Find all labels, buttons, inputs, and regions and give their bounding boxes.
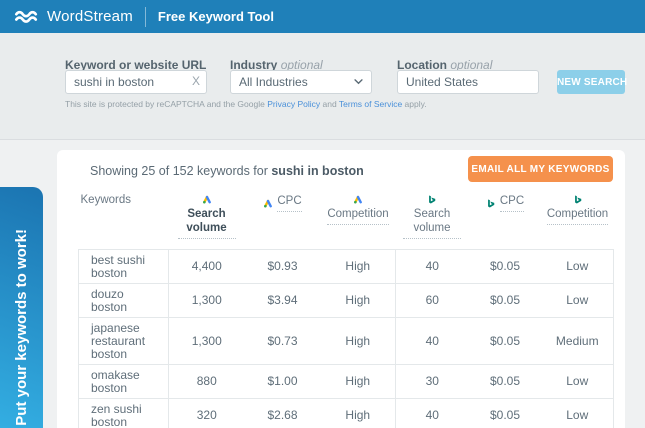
location-input[interactable] (397, 70, 539, 94)
google-competition-cell: High (345, 333, 371, 348)
keyword-cell: zen sushi boston (78, 398, 169, 428)
bing-volume-cell: 30 (395, 364, 469, 399)
table-row: best sushi boston 4,400 $0.93 High 40 $0… (78, 249, 614, 284)
bing-volume-cell: 40 (395, 249, 469, 284)
google-volume-cell: 4,400 (191, 259, 222, 273)
bing-volume-cell: 60 (395, 283, 469, 318)
bing-competition-cell: Low (541, 283, 614, 318)
bing-competition-cell: Medium (541, 317, 614, 365)
column-header-google-competition[interactable]: Competition (321, 190, 396, 250)
bing-icon (573, 194, 583, 204)
keywords-table: Keywords Search volume CPC Competition S… (78, 190, 614, 428)
google-cpc-cell: $2.68 (267, 408, 298, 422)
wordstream-logo[interactable]: WordStream (14, 8, 133, 25)
google-ads-icon (353, 194, 363, 204)
wordstream-wave-icon (14, 10, 40, 23)
google-ads-icon (263, 198, 273, 208)
bing-competition-cell: Low (541, 398, 614, 428)
google-volume-cell: 320 (196, 408, 217, 422)
search-query-text: sushi in boston (271, 164, 364, 178)
bing-competition-cell: Low (541, 249, 614, 284)
ribbon-text: Put your keywords to work! (13, 229, 30, 426)
table-row: zen sushi boston 320 $2.68 High 40 $0.05… (78, 398, 614, 428)
search-form: Keyword or website URL X Industry option… (0, 33, 645, 140)
table-row: japanese restaurant boston 1,300 $0.73 H… (78, 317, 614, 365)
industry-select[interactable]: All Industries (230, 70, 372, 94)
bing-cpc-cell: $0.05 (489, 293, 521, 307)
google-cpc-cell: $0.73 (267, 333, 298, 348)
google-competition-cell: High (345, 293, 371, 307)
column-header-google-search-volume[interactable]: Search volume (169, 190, 245, 250)
column-header-bing-cpc[interactable]: CPC (469, 190, 542, 250)
google-cpc-cell: $1.00 (267, 374, 298, 388)
google-cpc-cell: $3.94 (267, 293, 298, 307)
bing-cpc-cell: $0.05 (489, 408, 521, 422)
keywords-to-work-ribbon[interactable]: Put your keywords to work! (0, 187, 43, 428)
bing-competition-cell: Low (541, 364, 614, 399)
clear-input-icon[interactable]: X (192, 74, 200, 88)
keyword-input[interactable] (65, 70, 207, 94)
chevron-down-icon (354, 79, 363, 85)
column-header-keywords: Keywords (80, 194, 132, 206)
google-volume-cell: 1,300 (191, 293, 222, 307)
keyword-field-wrap: X (65, 70, 207, 94)
google-volume-cell: 880 (196, 374, 217, 388)
bing-cpc-cell: $0.05 (489, 333, 521, 348)
terms-of-service-link[interactable]: Terms of Service (339, 99, 402, 109)
google-competition-cell: High (345, 374, 371, 388)
new-search-button[interactable]: NEW SEARCH (557, 70, 627, 94)
industry-selected-value: All Industries (239, 75, 308, 89)
table-header-row: Keywords Search volume CPC Competition S… (79, 190, 614, 250)
bing-cpc-cell: $0.05 (489, 259, 521, 273)
brand-name: WordStream (47, 8, 133, 25)
table-row: omakase boston 880 $1.00 High 30 $0.05 L… (78, 364, 614, 399)
google-volume-cell: 1,300 (191, 333, 222, 348)
google-competition-cell: High (345, 259, 371, 273)
bing-icon (427, 194, 437, 204)
google-competition-cell: High (345, 408, 371, 422)
email-all-my-keywords-button[interactable]: EMAIL ALL MY KEYWORDS (468, 156, 613, 182)
results-header: Showing 25 of 152 keywords for sushi in … (57, 150, 625, 190)
column-header-bing-competition[interactable]: Competition (542, 190, 614, 250)
page-title: Free Keyword Tool (157, 9, 274, 24)
showing-results-text: Showing 25 of 152 keywords for sushi in … (90, 164, 364, 178)
keyword-cell: omakase boston (78, 364, 169, 399)
top-bar: WordStream Free Keyword Tool (0, 0, 645, 33)
keyword-cell: japanese restaurant boston (78, 317, 169, 365)
bing-volume-cell: 40 (395, 317, 469, 365)
column-header-bing-search-volume[interactable]: Search volume (396, 190, 469, 250)
keyword-cell: douzo boston (78, 283, 169, 318)
divider (144, 6, 146, 27)
table-row: douzo boston 1,300 $3.94 High 60 $0.05 L… (78, 283, 614, 318)
recaptcha-notice: This site is protected by reCAPTCHA and … (65, 99, 427, 109)
bing-icon (486, 198, 496, 208)
google-cpc-cell: $0.93 (267, 259, 298, 273)
google-ads-icon (202, 194, 212, 204)
column-header-google-cpc[interactable]: CPC (245, 190, 321, 250)
bing-cpc-cell: $0.05 (489, 374, 521, 388)
privacy-policy-link[interactable]: Privacy Policy (267, 99, 320, 109)
results-card: Showing 25 of 152 keywords for sushi in … (57, 150, 625, 428)
bing-volume-cell: 40 (395, 398, 469, 428)
keyword-cell: best sushi boston (78, 249, 169, 284)
